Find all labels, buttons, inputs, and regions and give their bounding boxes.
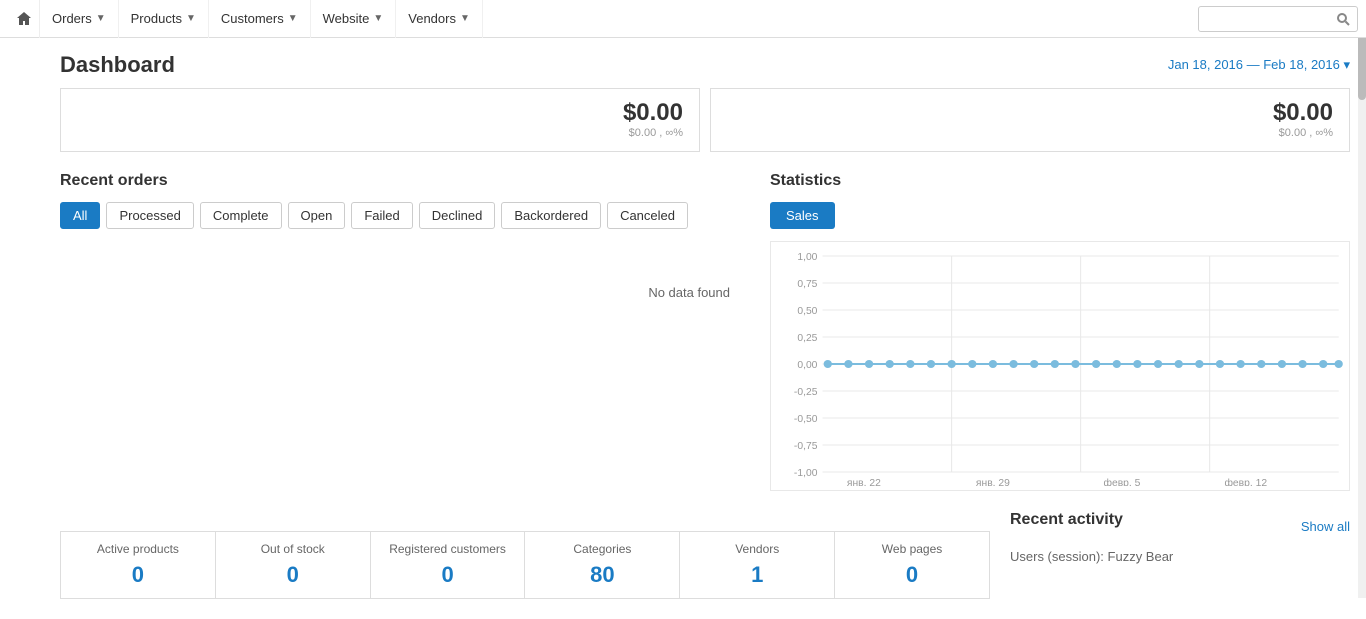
top-card-1: $0.00 $0.00 , ∞% [710, 88, 1350, 152]
orders-chevron-icon: ▼ [96, 13, 106, 24]
search-bar [1198, 6, 1358, 32]
statistics-title: Statistics [770, 172, 1350, 190]
chart-svg: 1,00 0,75 0,50 0,25 0,00 -0,25 -0,50 -0,… [771, 246, 1349, 486]
stat-value-2: 0 [379, 562, 517, 588]
sales-chart: 1,00 0,75 0,50 0,25 0,00 -0,25 -0,50 -0,… [770, 241, 1350, 491]
recent-orders-section: Recent orders AllProcessed CompleteOpenFa… [60, 172, 750, 491]
nav-website[interactable]: Website ▼ [311, 0, 397, 38]
search-input[interactable] [1199, 12, 1329, 26]
stat-label-5: Web pages [843, 542, 981, 556]
recent-orders-title: Recent orders [60, 172, 750, 190]
svg-text:-1,00: -1,00 [794, 468, 818, 479]
top-card-value-1: $0.00 [727, 99, 1333, 127]
top-card-sub-0: $0.00 , ∞% [77, 127, 683, 139]
stat-cell-1: Out of stock 0 [216, 532, 371, 598]
bottom-stats-section: Active products 0 Out of stock 0 Registe… [60, 511, 990, 599]
top-card-value-0: $0.00 [77, 99, 683, 127]
nav-products[interactable]: Products ▼ [119, 0, 209, 38]
date-range-picker[interactable]: Jan 18, 2016 — Feb 18, 2016 ▾ [1168, 57, 1350, 73]
top-navigation: Orders ▼ Products ▼ Customers ▼ Website … [0, 0, 1366, 38]
stats-cells: Active products 0 Out of stock 0 Registe… [60, 531, 990, 599]
stat-label-2: Registered customers [379, 542, 517, 556]
svg-text:0,00: 0,00 [797, 360, 817, 371]
nav-customers[interactable]: Customers ▼ [209, 0, 311, 38]
filter-btn-failed[interactable]: Failed [351, 202, 412, 229]
filter-btn-complete[interactable]: Complete [200, 202, 282, 229]
order-filter-buttons: AllProcessed CompleteOpenFailed DeclinedBa… [60, 202, 750, 229]
scrollbar[interactable] [1358, 0, 1366, 598]
top-cards: $0.00 $0.00 , ∞% $0.00 $0.00 , ∞% [60, 88, 1350, 152]
no-data-message: No data found [60, 245, 750, 340]
show-all-link[interactable]: Show all [1301, 519, 1350, 534]
dashboard-header: Dashboard Jan 18, 2016 — Feb 18, 2016 ▾ [60, 38, 1350, 88]
filter-btn-processed[interactable]: Processed [106, 202, 193, 229]
statistics-section: Statistics Sales [770, 172, 1350, 491]
top-card-0: $0.00 $0.00 , ∞% [60, 88, 700, 152]
products-chevron-icon: ▼ [186, 13, 196, 24]
page-title: Dashboard [60, 52, 175, 78]
stat-label-3: Categories [533, 542, 671, 556]
stat-value-1: 0 [224, 562, 362, 588]
stat-label-0: Active products [69, 542, 207, 556]
stat-cell-0: Active products 0 [61, 532, 216, 598]
svg-text:февр. 5: февр. 5 [1103, 477, 1140, 486]
nav-orders[interactable]: Orders ▼ [40, 0, 119, 38]
filter-btn-all[interactable]: All [60, 202, 100, 229]
svg-text:0,75: 0,75 [797, 279, 817, 290]
svg-text:-0,25: -0,25 [794, 387, 818, 398]
stat-cell-3: Categories 80 [525, 532, 680, 598]
activity-header: Recent activity Show all [1010, 511, 1350, 541]
stat-value-0: 0 [69, 562, 207, 588]
stat-value-4: 1 [688, 562, 826, 588]
svg-text:-0,75: -0,75 [794, 441, 818, 452]
svg-text:февр. 12: февр. 12 [1224, 477, 1267, 486]
filter-btn-backordered[interactable]: Backordered [501, 202, 601, 229]
sales-button[interactable]: Sales [770, 202, 835, 229]
top-card-sub-1: $0.00 , ∞% [727, 127, 1333, 139]
stat-value-5: 0 [843, 562, 981, 588]
filter-btn-canceled[interactable]: Canceled [607, 202, 688, 229]
svg-text:1,00: 1,00 [797, 252, 817, 263]
stat-cell-5: Web pages 0 [835, 532, 989, 598]
stat-cell-2: Registered customers 0 [371, 532, 526, 598]
svg-text:0,25: 0,25 [797, 333, 817, 344]
stat-label-1: Out of stock [224, 542, 362, 556]
main-content: Dashboard Jan 18, 2016 — Feb 18, 2016 ▾ … [0, 38, 1366, 619]
recent-activity-section: Recent activity Show all Users (session)… [1010, 511, 1350, 564]
stat-value-3: 80 [533, 562, 671, 588]
nav-vendors[interactable]: Vendors ▼ [396, 0, 483, 38]
svg-text:-0,50: -0,50 [794, 414, 818, 425]
search-icon[interactable] [1329, 12, 1357, 26]
activity-title: Recent activity [1010, 511, 1123, 529]
website-chevron-icon: ▼ [373, 13, 383, 24]
filter-btn-open[interactable]: Open [288, 202, 346, 229]
svg-text:янв. 29: янв. 29 [976, 478, 1010, 486]
vendors-chevron-icon: ▼ [460, 13, 470, 24]
svg-text:янв. 22: янв. 22 [847, 478, 881, 486]
bottom-row: Active products 0 Out of stock 0 Registe… [60, 511, 1350, 599]
filter-btn-declined[interactable]: Declined [419, 202, 496, 229]
stat-cell-4: Vendors 1 [680, 532, 835, 598]
home-button[interactable] [8, 0, 40, 38]
two-column-layout: Recent orders AllProcessed CompleteOpenFa… [60, 172, 1350, 491]
svg-text:0,50: 0,50 [797, 306, 817, 317]
activity-item-0: Users (session): Fuzzy Bear [1010, 549, 1350, 564]
stat-label-4: Vendors [688, 542, 826, 556]
customers-chevron-icon: ▼ [288, 13, 298, 24]
